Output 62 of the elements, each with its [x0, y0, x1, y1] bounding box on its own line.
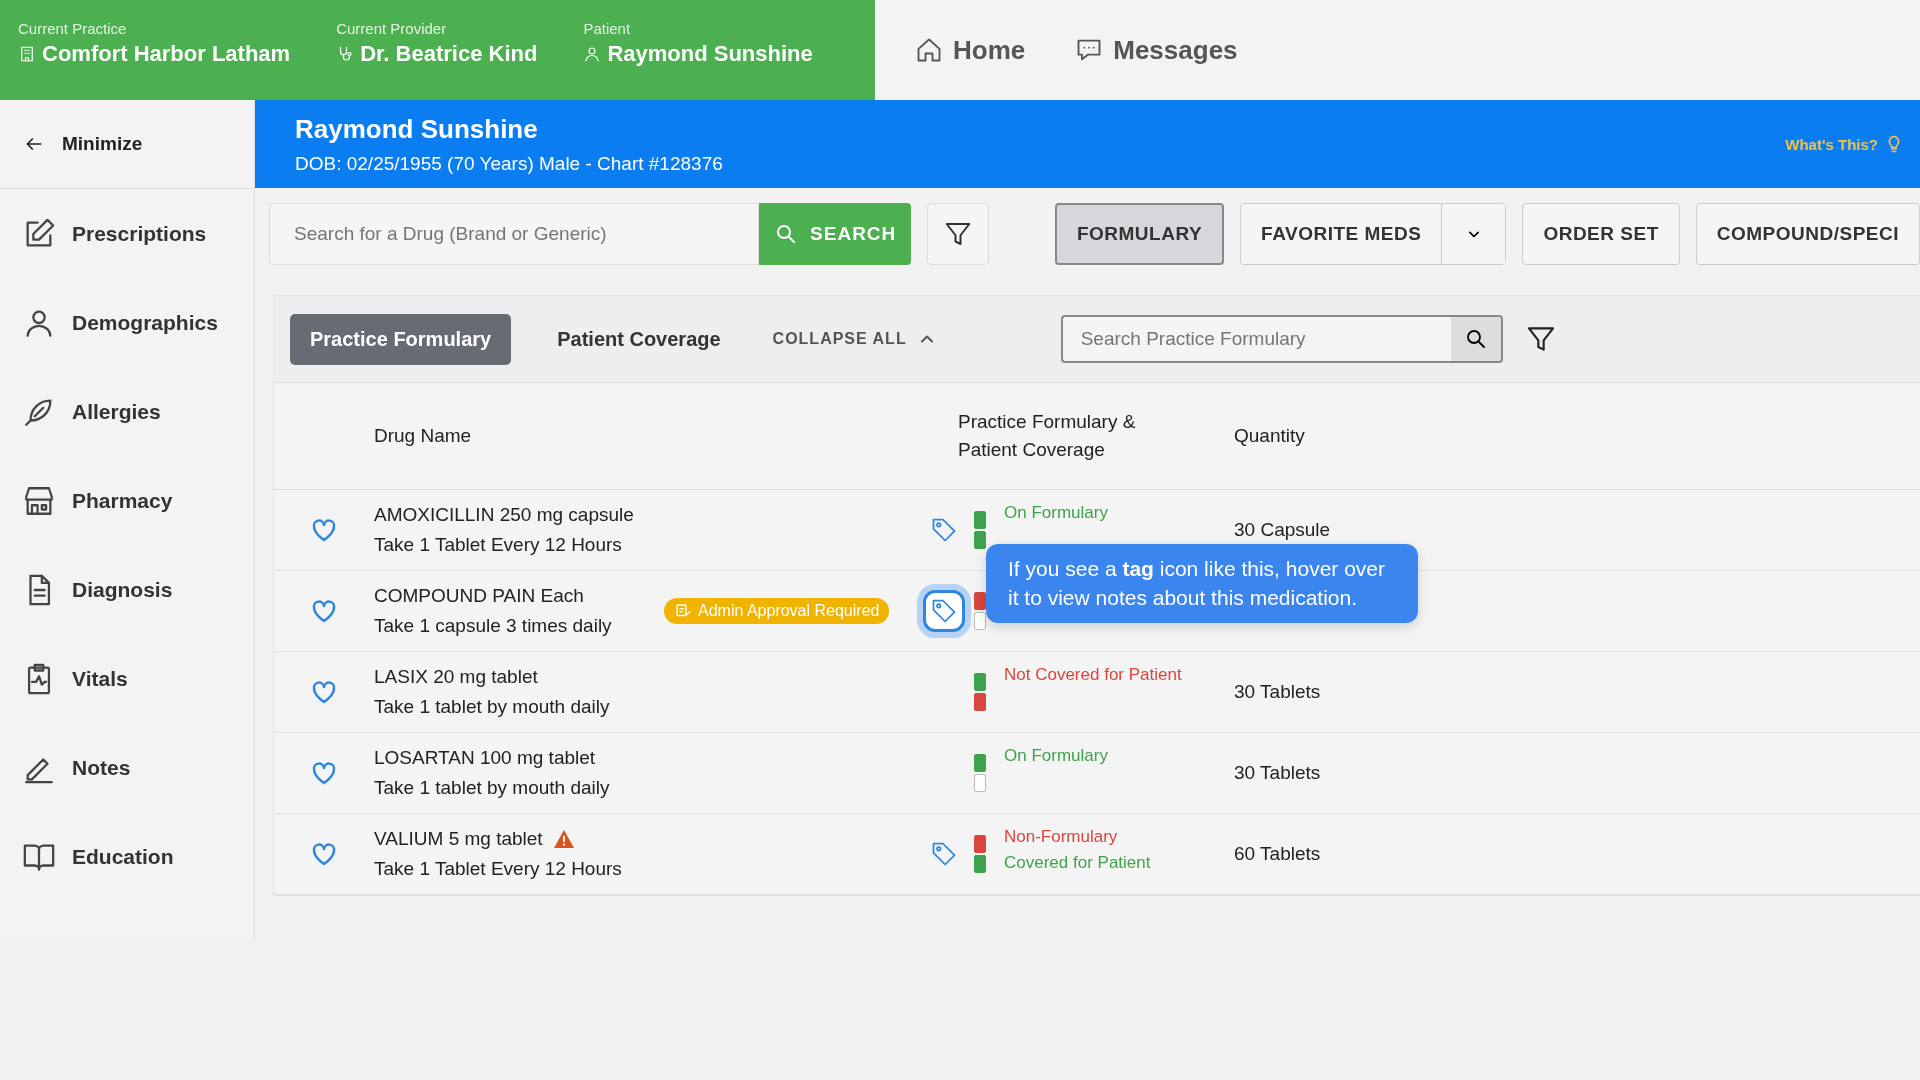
drug-directions: Take 1 tablet by mouth daily	[374, 695, 611, 719]
quantity: 60 Tablets	[1234, 843, 1321, 864]
quantity: 30 Tablets	[1234, 681, 1321, 702]
sidebar-item[interactable]: Diagnosis	[0, 545, 254, 634]
context-label: Current Practice	[18, 20, 128, 37]
tab[interactable]: Patient Coverage	[537, 313, 741, 365]
tooltip: If you see a tag icon like this, hover over it to view notes about this medication.	[986, 544, 1418, 623]
nav-link[interactable]: Messages	[1075, 34, 1238, 66]
approval-badge: Admin Approval Required	[664, 598, 890, 624]
sidebar-item[interactable]: Allergies	[0, 367, 254, 456]
person-icon	[583, 45, 602, 63]
tab[interactable]: Practice Formulary	[290, 313, 512, 365]
filter-button[interactable]	[927, 203, 989, 265]
tag-icon	[930, 840, 958, 868]
context-value: Dr. Beatrice Kind	[360, 41, 538, 67]
context-value: Comfort Harbor Latham	[42, 41, 291, 67]
coverage-status: Not Covered for Patient	[1004, 664, 1183, 686]
mode-button[interactable]: FORMULARY	[1054, 203, 1225, 265]
quantity: 30 Capsule	[1234, 519, 1331, 540]
quantity: 30 Tablets	[1234, 762, 1321, 783]
drug-directions: Take 1 tablet by mouth daily	[374, 776, 611, 800]
nav-link[interactable]: Home	[915, 34, 1026, 66]
collapse-all-button[interactable]: COLLAPSE ALL	[766, 328, 943, 350]
tag-icon	[930, 516, 958, 544]
sidebar-item[interactable]: Prescriptions	[0, 189, 254, 278]
drug-search-field[interactable]: Search for a Drug (Brand or Generic)	[269, 203, 760, 265]
sidebar-item[interactable]: Notes	[0, 723, 254, 812]
coverage-status: Covered for Patient	[1004, 851, 1152, 874]
patient-details: DOB: 02/25/1955 (70 Years) Male - Chart #128376	[295, 152, 723, 175]
drug-name: VALIUM 5 mg tablet	[374, 826, 543, 851]
drug-name: LASIX 20 mg tablet	[374, 664, 538, 689]
coverage-bar	[974, 592, 986, 630]
patient-name: Raymond Sunshine	[295, 113, 539, 145]
column-header: Drug Name	[374, 425, 473, 447]
drug-directions: Take 1 capsule 3 times daily	[374, 614, 613, 638]
column-header: Quantity	[1234, 425, 1306, 447]
coverage-status: Non-Formulary	[1004, 826, 1119, 848]
sidebar-item[interactable]: Demographics	[0, 278, 254, 367]
context-label: Current Provider	[336, 20, 448, 37]
mode-button[interactable]: COMPOUND/SPECI	[1695, 203, 1920, 265]
drug-directions: Take 1 Tablet Every 12 Hours	[374, 533, 623, 557]
home-icon	[915, 36, 943, 64]
sidebar-item[interactable]: Vitals	[0, 634, 254, 723]
mode-button[interactable]: ORDER SET	[1522, 203, 1680, 265]
coverage-bar	[974, 673, 986, 711]
context-label: Patient	[583, 20, 632, 37]
drug-name: COMPOUND PAIN Each	[374, 583, 584, 608]
sidebar-item[interactable]: Education	[0, 812, 254, 901]
coverage-status: On Formulary	[1004, 745, 1109, 767]
column-header: Practice Formulary & Patient Coverage	[958, 409, 1137, 462]
minimize-button[interactable]: Minimize	[0, 100, 254, 189]
coverage-bar	[974, 835, 986, 873]
drug-directions: Take 1 Tablet Every 12 Hours	[374, 857, 623, 881]
coverage-status: On Formulary	[1004, 502, 1109, 524]
sidebar-item[interactable]: Pharmacy	[0, 456, 254, 545]
coverage-bar	[974, 754, 986, 792]
drug-name: LOSARTAN 100 mg tablet	[374, 745, 596, 770]
tag-icon	[930, 597, 958, 625]
coverage-bar	[974, 511, 986, 549]
building-icon	[18, 45, 36, 63]
drug-name: AMOXICILLIN 250 mg capsule	[374, 502, 634, 527]
context-value: Raymond Sunshine	[607, 41, 813, 67]
